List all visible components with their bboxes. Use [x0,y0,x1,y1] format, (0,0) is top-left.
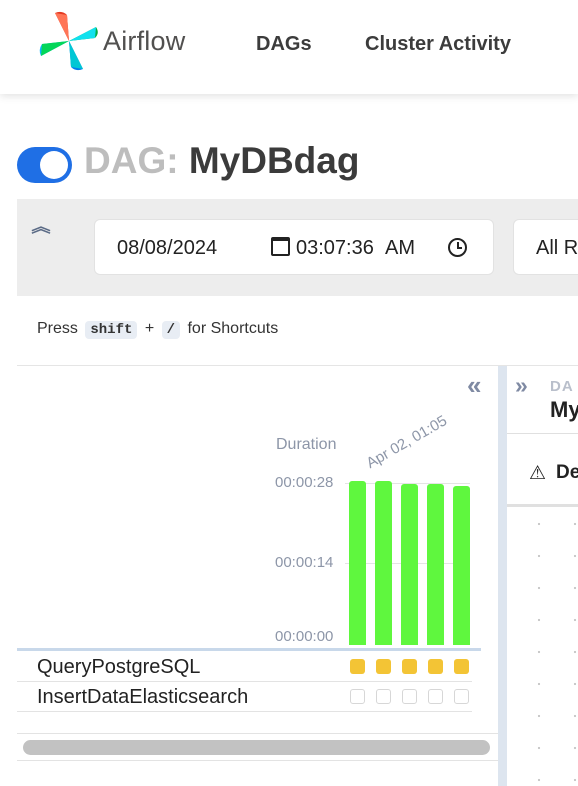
y-tick: 00:00:00 [275,628,334,645]
run-state-select[interactable]: All R [513,219,578,275]
duration-label: Duration [276,436,337,453]
time-value[interactable]: 03:07:36 AM [296,237,415,260]
expand-right-icon[interactable]: » [515,372,528,399]
divider [507,433,578,434]
y-tick: 00:00:28 [275,474,334,491]
slash-key: / [161,321,181,339]
calendar-icon[interactable] [271,237,290,256]
task-instance-cell[interactable] [454,689,469,704]
task-instance-cell[interactable] [376,689,391,704]
task-instance-cell[interactable] [402,689,417,704]
nav-cluster-activity[interactable]: Cluster Activity [365,33,511,56]
chart-baseline [17,648,481,651]
duration-bar[interactable] [427,483,444,645]
task-instance-cell[interactable] [454,659,469,674]
page-title: DAG: MyDBdag [84,140,359,182]
task-instance-cell[interactable] [376,659,391,674]
base-date-input[interactable]: 08/08/2024 03:07:36 AM [94,219,494,275]
nav-dags[interactable]: DAGs [256,33,312,56]
tab-details[interactable]: De [556,462,578,484]
task-instance-cell[interactable] [428,659,443,674]
details-dag-label: DA [550,378,574,395]
divider [507,504,578,507]
task-instance-cell[interactable] [428,689,443,704]
collapse-left-icon[interactable]: « [467,370,481,401]
airflow-logo-icon[interactable] [38,10,100,72]
scrollbar-thumb[interactable] [23,740,490,755]
toggle-knob [40,151,68,179]
task-instance-cell[interactable] [402,659,417,674]
shift-key: shift [85,321,138,339]
task-name[interactable]: QueryPostgreSQL [37,656,200,679]
panel-splitter[interactable] [498,366,507,786]
duration-bar[interactable] [401,483,418,645]
dag-pause-toggle[interactable] [17,147,72,183]
duration-bar[interactable] [349,481,366,645]
collapse-up-icon[interactable]: ︽ [31,213,50,237]
shortcuts-hint: Press shift + / for Shortcuts [37,320,279,339]
dag-name: MyDBdag [188,140,360,181]
duration-bar[interactable] [453,485,470,645]
task-instance-cell[interactable] [350,659,365,674]
run-state-value: All R [536,237,578,259]
date-value[interactable]: 08/08/2024 [117,237,217,260]
graph-canvas[interactable] [507,508,578,786]
duration-bar[interactable] [375,481,392,645]
details-dag-name: My [550,397,578,422]
brand-name[interactable]: Airflow [103,26,185,57]
clock-icon[interactable] [448,238,467,257]
task-name[interactable]: InsertDataElasticsearch [37,686,248,709]
y-tick: 00:00:14 [275,554,334,571]
task-instance-cell[interactable] [350,689,365,704]
warning-icon: ⚠ [529,463,547,484]
top-navbar: Airflow DAGs Cluster Activity [0,0,578,94]
title-prefix: DAG: [84,140,179,181]
